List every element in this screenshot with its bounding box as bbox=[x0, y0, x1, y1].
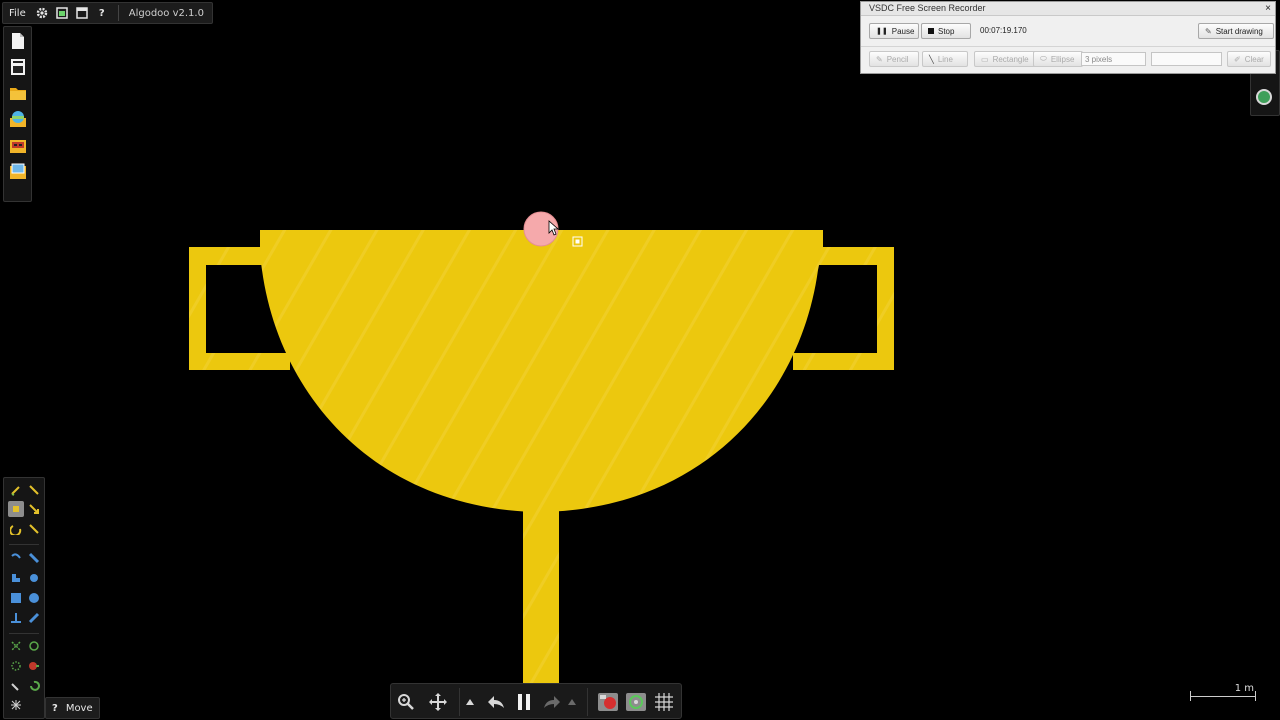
current-tool-label: Move bbox=[65, 702, 93, 714]
sample-icon[interactable] bbox=[8, 135, 28, 155]
simulation-canvas[interactable] bbox=[0, 0, 1280, 720]
brush-icon: ✎ bbox=[1205, 26, 1212, 36]
zoom-icon[interactable] bbox=[395, 691, 417, 713]
file-menu[interactable]: File bbox=[3, 3, 32, 23]
pause-icon: ❚❚ bbox=[876, 28, 888, 35]
app-title: Algodoo v2.1.0 bbox=[128, 7, 204, 19]
spawn-tool-icon[interactable] bbox=[8, 697, 24, 713]
screen-recorder-window: VSDC Free Screen Recorder × ❚❚ Pause Sto… bbox=[860, 1, 1276, 74]
help-icon[interactable]: ? bbox=[92, 3, 112, 23]
trophy-cup[interactable] bbox=[260, 230, 823, 512]
ellipse-button[interactable]: ⬭ Ellipse bbox=[1033, 51, 1083, 67]
pause-button[interactable]: ❚❚ Pause bbox=[869, 23, 919, 39]
rotate-tool-icon[interactable] bbox=[8, 521, 24, 537]
pencil-label: Pencil bbox=[886, 54, 909, 64]
pause-icon[interactable] bbox=[513, 691, 535, 713]
laser-tool-icon[interactable] bbox=[8, 678, 24, 694]
tools-divider bbox=[9, 544, 39, 545]
pencil-button[interactable]: ✎ Pencil bbox=[869, 51, 919, 67]
tracer-tool-icon[interactable] bbox=[8, 658, 24, 674]
brush-tool-icon[interactable] bbox=[26, 482, 42, 498]
chain-tool-icon[interactable] bbox=[26, 610, 42, 626]
tool-help-bar: ? Move bbox=[45, 697, 100, 719]
grid-snap-icon[interactable] bbox=[625, 691, 647, 713]
polygon-tool-icon[interactable] bbox=[8, 570, 24, 586]
elapsed-time: 00:07:19.170 bbox=[980, 26, 1027, 35]
ellipse-icon: ⬭ bbox=[1040, 54, 1047, 63]
color-select[interactable] bbox=[1151, 52, 1222, 66]
start-drawing-label: Start drawing bbox=[1215, 26, 1263, 36]
line-label: Line bbox=[937, 54, 953, 64]
menubar-divider bbox=[117, 5, 119, 21]
thickness-value: 3 pixels bbox=[1085, 54, 1113, 64]
clear-label: Clear bbox=[1244, 54, 1264, 64]
motor-tool-icon[interactable] bbox=[26, 678, 42, 694]
rectangle-button[interactable]: ▭ Rectangle bbox=[974, 51, 1038, 67]
recorder-title: VSDC Free Screen Recorder bbox=[869, 3, 986, 13]
move-tool-icon[interactable] bbox=[8, 501, 24, 517]
scale-label: 1 m bbox=[1234, 683, 1254, 694]
simbar-divider bbox=[459, 688, 460, 716]
trophy-stem[interactable] bbox=[523, 508, 559, 698]
line-icon: ╲ bbox=[929, 54, 934, 64]
stop-icon bbox=[928, 28, 934, 34]
close-icon[interactable]: × bbox=[1265, 2, 1271, 15]
rectangle-label: Rectangle bbox=[992, 54, 1029, 64]
simulation-toolbar bbox=[390, 683, 682, 719]
thruster-tool-icon[interactable] bbox=[26, 658, 42, 674]
scene-icon[interactable] bbox=[52, 3, 72, 23]
ellipse-label: Ellipse bbox=[1050, 54, 1075, 64]
stop-button[interactable]: Stop bbox=[921, 23, 971, 39]
stop-label: Stop bbox=[938, 26, 955, 36]
hinge-tool-icon[interactable] bbox=[26, 638, 42, 654]
clear-button[interactable]: ✐ Clear bbox=[1227, 51, 1271, 67]
window-icon[interactable] bbox=[72, 3, 92, 23]
tools-palette bbox=[3, 477, 45, 719]
scale-tick-right bbox=[1255, 691, 1256, 701]
scale-tool-icon[interactable] bbox=[26, 521, 42, 537]
gear-tool-icon[interactable] bbox=[26, 570, 42, 586]
rectangle-icon: ▭ bbox=[981, 54, 989, 64]
box-tool-icon[interactable] bbox=[8, 590, 24, 606]
toolbar-icon[interactable] bbox=[8, 57, 28, 77]
thickness-select[interactable]: 3 pixels bbox=[1081, 52, 1146, 66]
recorder-titlebar: VSDC Free Screen Recorder × bbox=[861, 2, 1275, 16]
redo-icon[interactable] bbox=[541, 691, 563, 713]
sketch-tool-icon[interactable] bbox=[8, 482, 24, 498]
recorder-divider bbox=[861, 46, 1275, 47]
scale-tick-left bbox=[1190, 691, 1191, 701]
undo-history-icon[interactable] bbox=[463, 691, 477, 713]
tools-divider bbox=[9, 633, 39, 634]
fixate-tool-icon[interactable] bbox=[8, 638, 24, 654]
line-button[interactable]: ╲ Line bbox=[922, 51, 968, 67]
eraser-icon: ✐ bbox=[1234, 54, 1241, 64]
new-scene-icon[interactable] bbox=[8, 31, 28, 51]
pan-icon[interactable] bbox=[427, 691, 449, 713]
scale-line bbox=[1190, 696, 1256, 697]
redo-history-icon[interactable] bbox=[565, 691, 579, 713]
main-menubar: File ? Algodoo v2.1.0 bbox=[2, 2, 213, 24]
circle-tool-icon[interactable] bbox=[26, 590, 42, 606]
simbar-divider bbox=[587, 688, 588, 716]
tool-help-icon[interactable]: ? bbox=[52, 703, 58, 714]
green-globe-icon[interactable] bbox=[1256, 89, 1272, 105]
pencil-icon: ✎ bbox=[876, 54, 883, 64]
rope-tool-icon[interactable] bbox=[8, 550, 24, 566]
drag-tool-icon[interactable] bbox=[26, 501, 42, 517]
start-drawing-button[interactable]: ✎ Start drawing bbox=[1198, 23, 1274, 39]
plane-tool-icon[interactable] bbox=[8, 610, 24, 626]
scale-bar: 1 m bbox=[1188, 683, 1258, 703]
undo-icon[interactable] bbox=[485, 691, 507, 713]
file-toolbar bbox=[3, 26, 32, 202]
settings-icon[interactable] bbox=[32, 3, 52, 23]
record-icon[interactable] bbox=[597, 691, 619, 713]
scene-folder-icon[interactable] bbox=[8, 161, 28, 181]
spring-tool-icon[interactable] bbox=[26, 550, 42, 566]
phunlet-icon[interactable] bbox=[8, 109, 28, 129]
pivot-marker-icon[interactable] bbox=[572, 236, 583, 247]
grid-icon[interactable] bbox=[653, 691, 675, 713]
open-folder-icon[interactable] bbox=[8, 83, 28, 103]
pause-label: Pause bbox=[891, 26, 915, 36]
